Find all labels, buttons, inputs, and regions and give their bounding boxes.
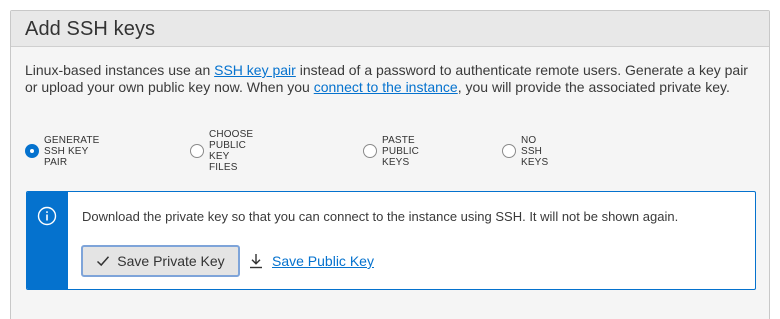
info-bar: [27, 192, 68, 289]
radio-checked-icon[interactable]: [25, 144, 39, 158]
save-public-key-link[interactable]: Save Public Key: [249, 251, 374, 271]
panel-title: Add SSH keys: [25, 18, 156, 40]
radio-unchecked-icon[interactable]: [363, 144, 377, 158]
info-message: Download the private key so that you can…: [82, 209, 679, 224]
download-icon: [250, 254, 262, 269]
radio-label: PASTE PUBLIC KEYS: [382, 134, 420, 168]
radio-label: CHOOSE PUBLIC KEY FILES: [209, 129, 254, 173]
add-ssh-keys-panel: Add SSH keys Linux-based instances use a…: [10, 10, 770, 319]
description-text-1: Linux-based instances use an: [25, 62, 215, 78]
description-text-3: , you will provide the associated privat…: [457, 79, 730, 95]
radio-no-ssh-keys[interactable]: NO SSH KEYS: [502, 135, 548, 168]
radio-unchecked-icon[interactable]: [502, 144, 516, 158]
radio-unchecked-icon[interactable]: [190, 144, 204, 158]
ssh-key-pair-link[interactable]: SSH key pair: [214, 62, 296, 78]
radio-label: GENERATE SSH KEY PAIR: [44, 134, 100, 168]
save-public-key-label[interactable]: Save Public Key: [272, 253, 374, 269]
save-private-key-button[interactable]: Save Private Key: [81, 245, 240, 277]
radio-choose-public-key-files[interactable]: CHOOSE PUBLIC KEY FILES: [190, 129, 253, 173]
save-private-key-label: Save Private Key: [117, 253, 225, 269]
radio-paste-public-keys[interactable]: PASTE PUBLIC KEYS: [363, 135, 419, 168]
panel-header: Add SSH keys: [11, 11, 769, 47]
connect-to-instance-link[interactable]: connect to the instance: [314, 79, 458, 95]
radio-label: NO SSH KEYS: [521, 134, 549, 168]
info-icon: [37, 206, 57, 226]
check-icon: [97, 256, 110, 267]
private-key-info-box: Download the private key so that you can…: [26, 191, 756, 290]
radio-generate-ssh-key-pair[interactable]: GENERATE SSH KEY PAIR: [25, 135, 99, 168]
ssh-description: Linux-based instances use an SSH key pai…: [25, 62, 750, 96]
